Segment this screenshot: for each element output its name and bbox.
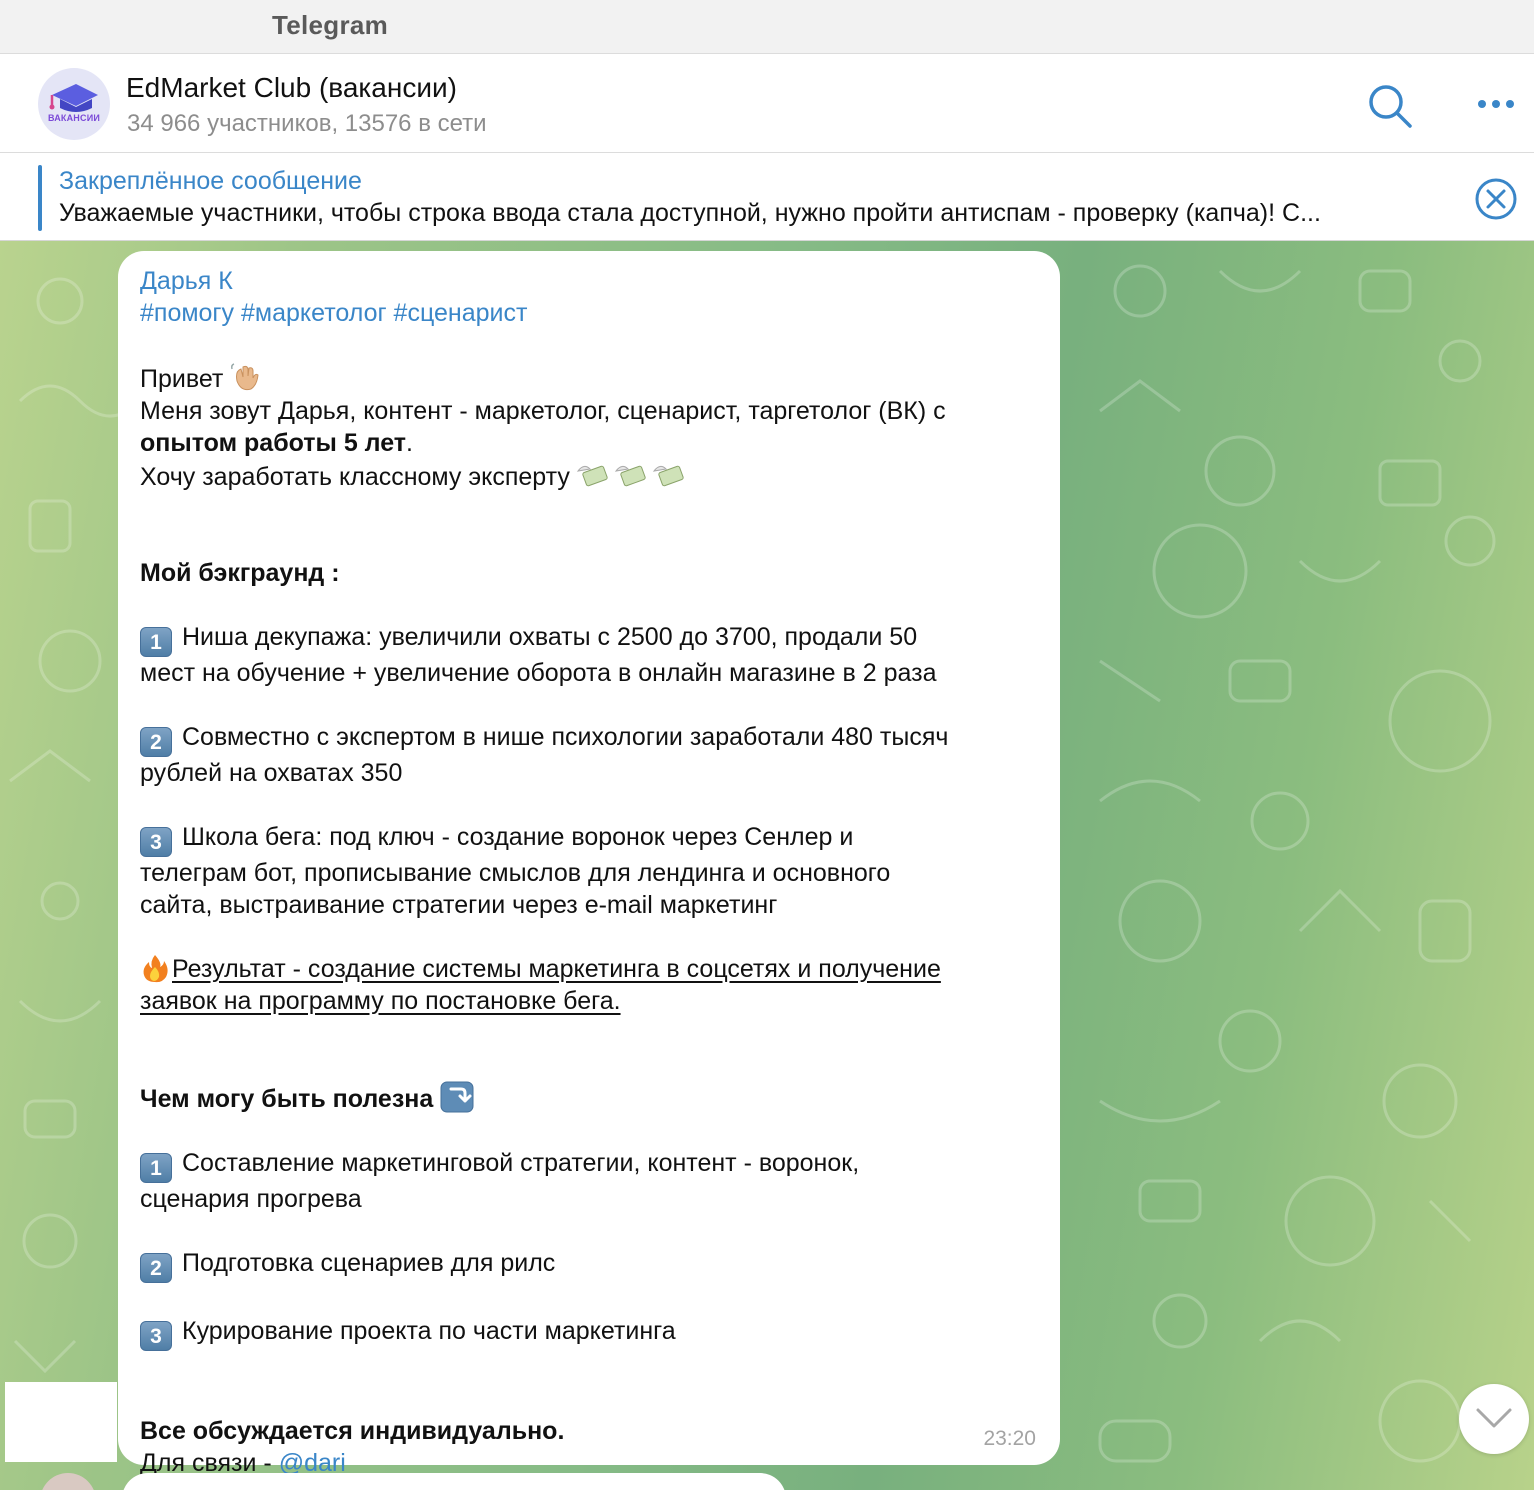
useful-item-2-text: Подготовка сценариев для рилс — [182, 1249, 556, 1277]
arrow-down-keycap-emoji — [440, 1081, 474, 1113]
keycap-3-icon: 3 — [140, 1321, 172, 1351]
result-line-2: заявок на программу по постановке бега. — [140, 987, 621, 1015]
more-menu-button[interactable] — [1470, 90, 1522, 118]
greeting-text: Привет — [140, 365, 224, 393]
intro-line-1: Меня зовут Дарья, контент - маркетолог, … — [140, 397, 946, 425]
useful-item-1-text: Составление маркетинговой стратегии, кон… — [182, 1149, 860, 1177]
pinned-title: Закреплённое сообщение — [59, 167, 362, 195]
app-title: Telegram — [272, 10, 389, 40]
message-bubble[interactable]: Дарья К #помогу #маркетолог #сценарист П… — [118, 251, 1060, 1477]
intro-line-2: опытом работы 5 лет. — [140, 427, 1040, 459]
background-item-1-line-2: мест на обучение + увеличение оборота в … — [140, 659, 937, 687]
useful-item-2-line-1: 2 Подготовка сценариев для рилс — [140, 1247, 1040, 1283]
chat-area[interactable]: Дарья К #помогу #маркетолог #сценарист П… — [0, 241, 1534, 1490]
useful-item-3-text: Курирование проекта по части маркетинга — [182, 1317, 676, 1345]
background-item-3-line-2: телеграм бот, прописывание смыслов для л… — [140, 859, 891, 887]
message-sender[interactable]: Дарья К — [140, 265, 1040, 297]
result-line-1: Результат - создание системы маркетинга … — [140, 953, 1040, 985]
money-with-wings-emoji — [576, 465, 684, 487]
more-dots-icon — [1478, 100, 1514, 108]
greeting-line: Привет — [140, 361, 1040, 395]
pinned-accent-bar — [38, 165, 42, 231]
background-item-3-line-1: 3 Школа бега: под ключ - создание воронок… — [140, 821, 1040, 857]
result-text-1: Результат - создание системы маркетинга … — [172, 955, 941, 983]
graduation-cap-icon — [49, 84, 98, 112]
useful-title: Чем могу быть полезна — [140, 1085, 434, 1113]
background-title: Мой бэкграунд : — [140, 559, 340, 587]
background-item-1-line-1: 1 Ниша декупажа: увеличили охваты с 2500 … — [140, 621, 1040, 657]
chat-avatar[interactable]: ВАКАНСИИ — [38, 68, 110, 140]
chat-member-count: 34 966 участников, 13576 в сети — [127, 110, 487, 137]
close-icon — [1475, 178, 1517, 220]
fire-emoji — [143, 955, 168, 983]
chat-title[interactable]: EdMarket Club (вакансии) — [126, 72, 457, 104]
closing-line: Все обсуждается индивидуально. — [140, 1417, 565, 1445]
next-message-bubble[interactable] — [122, 1473, 786, 1490]
experience-bold: опытом работы 5 лет — [140, 429, 407, 457]
keycap-3-icon: 3 — [140, 827, 172, 857]
pinned-message-bar[interactable]: Закреплённое сообщение Уважаемые участни… — [0, 153, 1534, 241]
background-item-1-text: Ниша декупажа: увеличили охваты с 2500 д… — [182, 623, 918, 651]
keycap-2-icon: 2 — [140, 727, 172, 757]
chevron-down-icon — [1476, 1408, 1512, 1428]
redacted-avatar-area — [5, 1382, 117, 1462]
keycap-1-icon: 1 — [140, 1153, 172, 1183]
useful-title-line: Чем могу быть полезна — [140, 1081, 1040, 1115]
background-item-2-text: Совместно с экспертом в нише психологии … — [182, 723, 949, 751]
background-item-3-text: Школа бега: под ключ - создание воронок … — [182, 823, 854, 851]
chat-header[interactable]: ВАКАНСИИ EdMarket Club (вакансии) 34 966… — [0, 54, 1534, 153]
intro-line-2-end: . — [406, 429, 413, 457]
message-content: Дарья К #помогу #маркетолог #сценарист П… — [140, 265, 1040, 1479]
waving-hand-emoji — [231, 363, 259, 391]
search-button[interactable] — [1366, 82, 1414, 130]
background-item-3-line-3: сайта, выстраивание стратегии через e-ma… — [140, 891, 778, 919]
useful-item-3-line-1: 3 Курирование проекта по части маркетинга — [140, 1315, 1040, 1351]
keycap-2-icon: 2 — [140, 1253, 172, 1283]
useful-item-1-line-1: 1 Составление маркетинговой стратегии, ко… — [140, 1147, 1040, 1183]
useful-item-1-line-2: сценария прогрева — [140, 1185, 362, 1213]
message-hashtags[interactable]: #помогу #маркетолог #сценарист — [140, 297, 1040, 329]
pinned-text: Уважаемые участники, чтобы строка ввода … — [59, 199, 1321, 227]
intro-line-3: Хочу заработать классному эксперту — [140, 459, 1040, 493]
intro-line-3-text: Хочу заработать классному эксперту — [140, 463, 570, 491]
avatar-label: ВАКАНСИИ — [47, 113, 101, 123]
window-titlebar: Telegram — [0, 0, 1534, 54]
keycap-1-icon: 1 — [140, 627, 172, 657]
background-item-2-line-2: рублей на охватах 350 — [140, 759, 403, 787]
message-time: 23:20 — [983, 1427, 1036, 1450]
search-icon — [1369, 85, 1412, 128]
background-item-2-line-1: 2 Совместно с экспертом в нише психологии… — [140, 721, 1040, 757]
scroll-to-bottom-button[interactable] — [1459, 1384, 1529, 1454]
close-pinned-button[interactable] — [1474, 177, 1518, 221]
